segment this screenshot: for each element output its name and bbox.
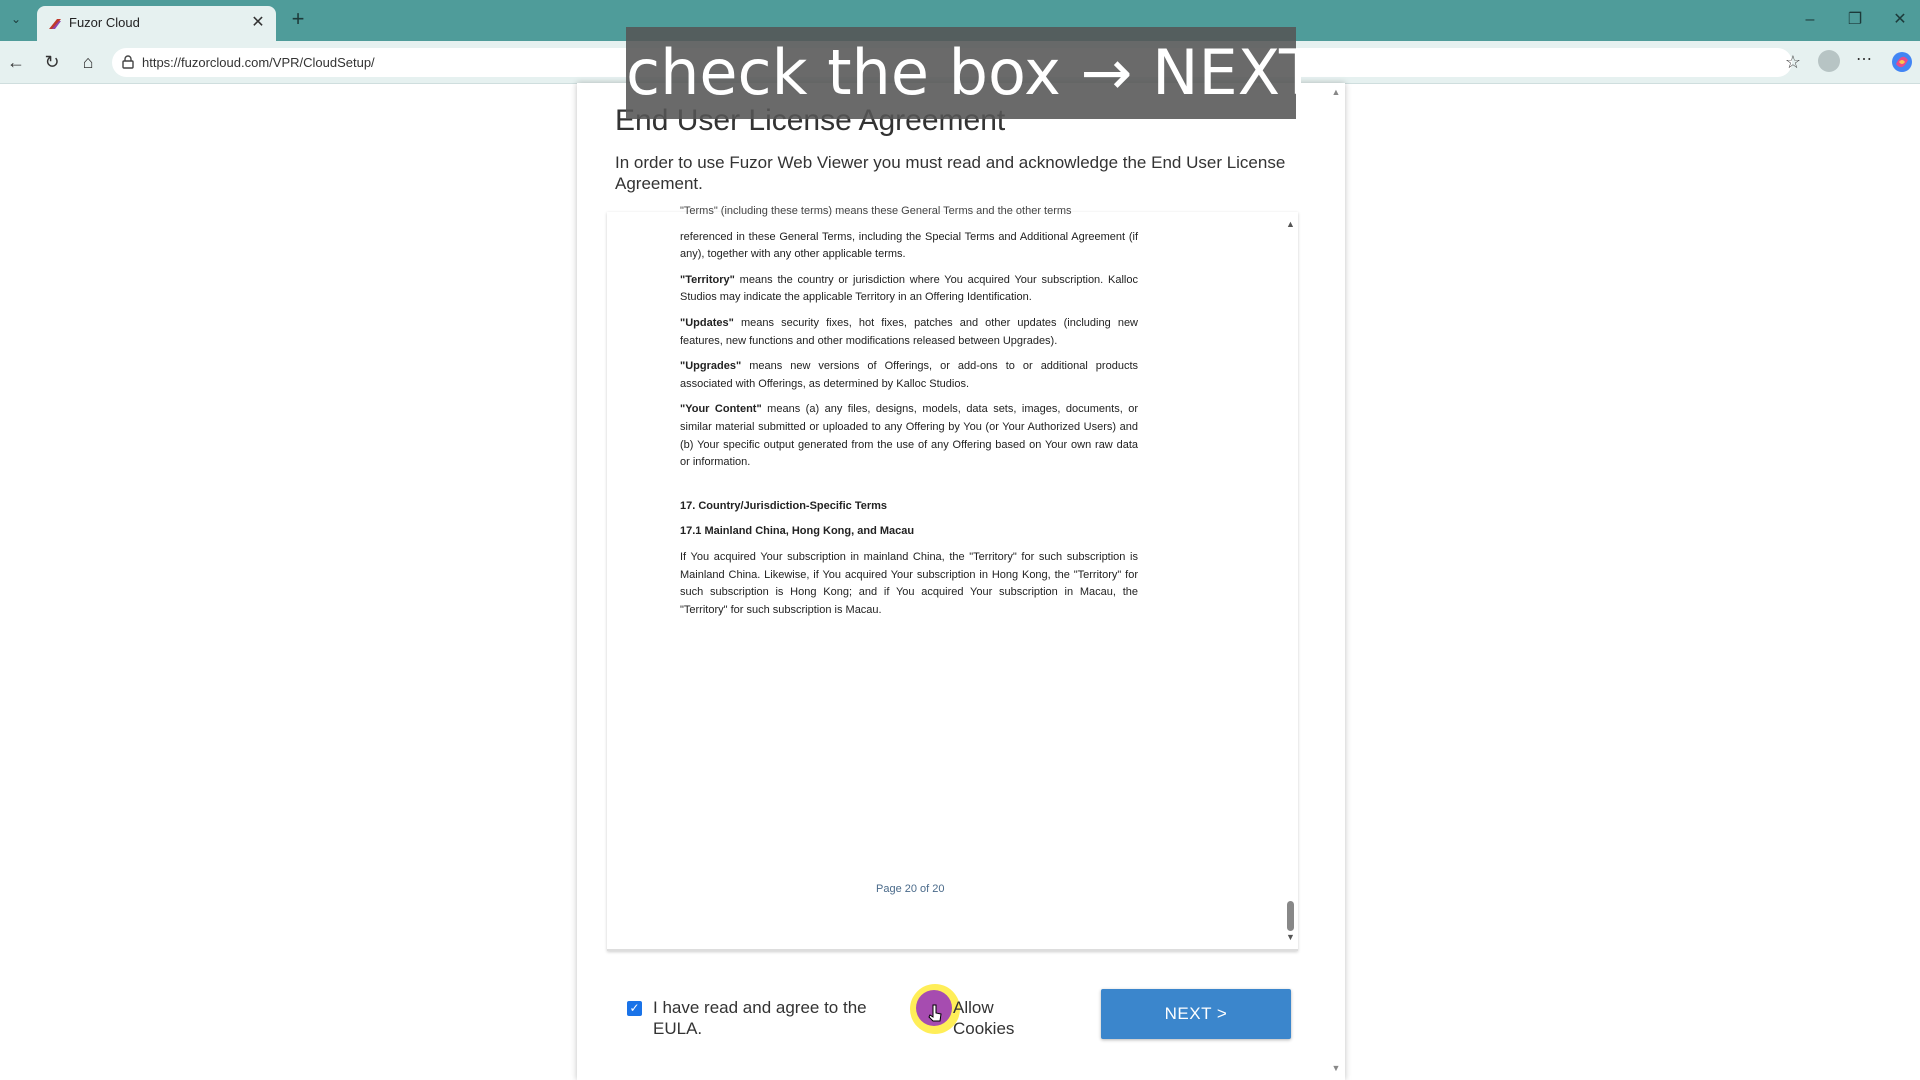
minimize-icon[interactable]: – xyxy=(1795,8,1825,32)
reload-icon[interactable]: ↻ xyxy=(40,50,64,74)
doc-section-17-1-text: If You acquired Your subscription in mai… xyxy=(680,550,1138,616)
lock-icon xyxy=(122,55,134,69)
doc-def-updates-term: "Updates" xyxy=(680,316,734,329)
eula-agree-checkbox[interactable]: ✓ xyxy=(627,1001,642,1016)
doc-def-upgrades-term: "Upgrades" xyxy=(680,360,742,373)
back-icon[interactable]: ← xyxy=(4,50,28,74)
allow-cookies-label[interactable]: Allow Cookies xyxy=(953,997,1033,1039)
page-scroll-down-icon[interactable]: ▼ xyxy=(1330,1062,1342,1074)
doc-def-upgrades: "Upgrades" means new versions of Offerin… xyxy=(680,358,1138,393)
doc-def-territory-text: means the country or jurisdiction where … xyxy=(680,273,1138,304)
window-close-icon[interactable]: ✕ xyxy=(1885,8,1915,32)
doc-def-updates-text: means security fixes, hot fixes, patches… xyxy=(680,316,1138,347)
doc-section-17: 17. Country/Jurisdiction-Specific Terms xyxy=(680,499,888,512)
next-button[interactable]: NEXT > xyxy=(1101,989,1291,1039)
page-scroll-up-icon[interactable]: ▲ xyxy=(1330,86,1342,98)
home-icon[interactable]: ⌂ xyxy=(76,50,100,74)
eula-intro: In order to use Fuzor Web Viewer you mus… xyxy=(615,153,1286,193)
copilot-icon[interactable] xyxy=(1890,50,1914,74)
doc-def-territory: "Territory" means the country or jurisdi… xyxy=(680,272,1138,307)
tab-title: Fuzor Cloud xyxy=(69,15,140,30)
eula-document-text: "Terms" (including these terms) means th… xyxy=(680,205,1138,627)
doc-def-updates: "Updates" means security fixes, hot fixe… xyxy=(680,315,1138,350)
doc-scroll-up-icon[interactable]: ▲ xyxy=(1286,219,1295,229)
doc-scroll-down-icon[interactable]: ▼ xyxy=(1286,932,1295,942)
doc-para-terms: referenced in these General Terms, inclu… xyxy=(680,230,1138,261)
restore-icon[interactable]: ❐ xyxy=(1840,8,1870,32)
doc-cut-line: "Terms" (including these terms) means th… xyxy=(680,205,1072,217)
close-icon[interactable]: ✕ xyxy=(248,13,268,33)
tab-list-icon[interactable]: ⌄ xyxy=(6,8,26,30)
cursor-icon xyxy=(928,1004,942,1022)
plus-icon[interactable]: + xyxy=(286,8,310,32)
doc-def-content-term: "Your Content" xyxy=(680,403,762,416)
more-icon[interactable]: ⋯ xyxy=(1852,50,1876,74)
url-text: https://fuzorcloud.com/VPR/CloudSetup/ xyxy=(142,55,375,70)
doc-def-content: "Your Content" means (a) any files, desi… xyxy=(680,401,1138,471)
tutorial-caption: check the box → NEXT xyxy=(626,27,1317,119)
doc-section-17-1: 17.1 Mainland China, Hong Kong, and Maca… xyxy=(680,525,915,538)
fuzor-favicon-icon xyxy=(49,19,61,29)
page-indicator: Page 20 of 20 xyxy=(876,883,945,895)
star-icon[interactable]: ☆ xyxy=(1782,51,1804,73)
eula-agree-label[interactable]: I have read and agree to the EULA. xyxy=(653,997,883,1039)
doc-scrollbar-thumb[interactable] xyxy=(1287,901,1294,931)
doc-def-upgrades-text: means new versions of Offerings, or add-… xyxy=(680,360,1138,390)
browser-tab[interactable]: Fuzor Cloud ✕ xyxy=(37,6,276,41)
profile-icon[interactable] xyxy=(1818,50,1840,72)
doc-def-territory-term: "Territory" xyxy=(680,273,735,286)
